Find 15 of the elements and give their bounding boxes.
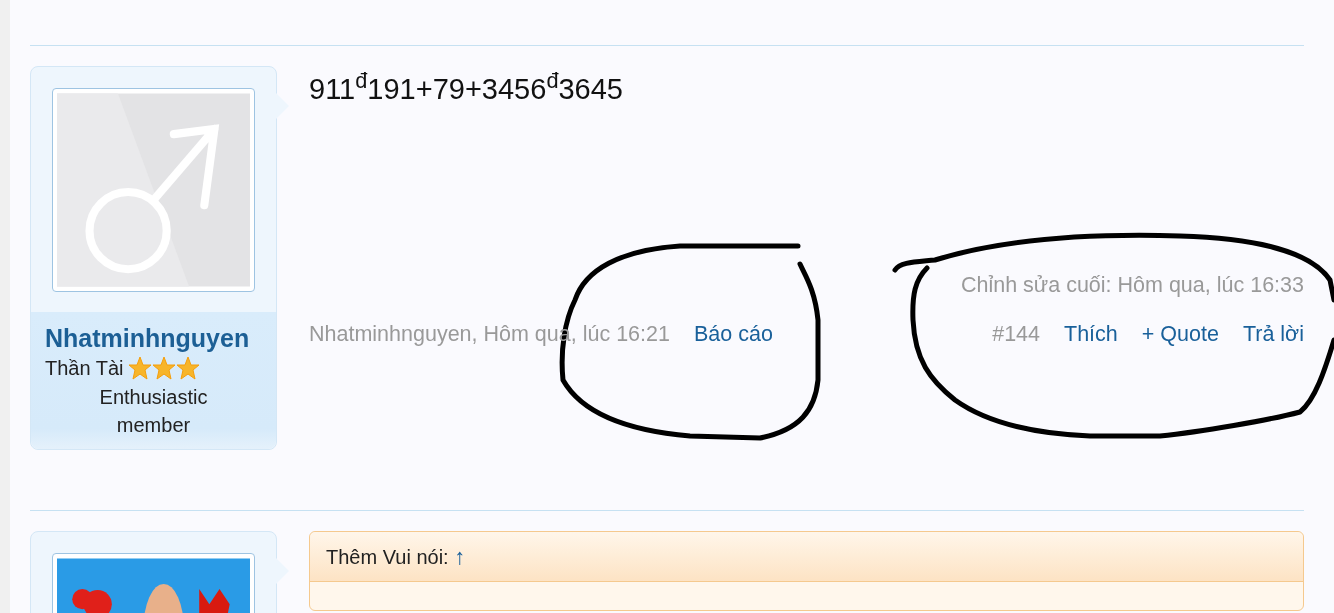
edit-note: Chỉnh sửa cuối: Hôm qua, lúc 16:33 [960, 272, 1304, 300]
report-link[interactable]: Báo cáo [693, 317, 773, 350]
quote-author: Thêm Vui nói: [326, 545, 449, 568]
star-icon [175, 355, 200, 380]
user-title: Thần Tài [45, 355, 124, 381]
star-icon [151, 355, 176, 380]
star-icon [127, 355, 152, 380]
username[interactable]: Nhatminhnguyen [45, 324, 262, 353]
action-link[interactable]: + Quote [1141, 317, 1219, 350]
action-link[interactable]: Thích [1064, 317, 1118, 350]
action-link[interactable]: Trả lời [1242, 317, 1304, 350]
user-rank: Enthusiastic member [98, 384, 209, 438]
quote-link[interactable]: ↑ [454, 543, 466, 569]
post-number: #144 [992, 320, 1041, 348]
post-message: 911$^{đ}$191+79+3456$^{đ}$3645 [309, 67, 624, 107]
